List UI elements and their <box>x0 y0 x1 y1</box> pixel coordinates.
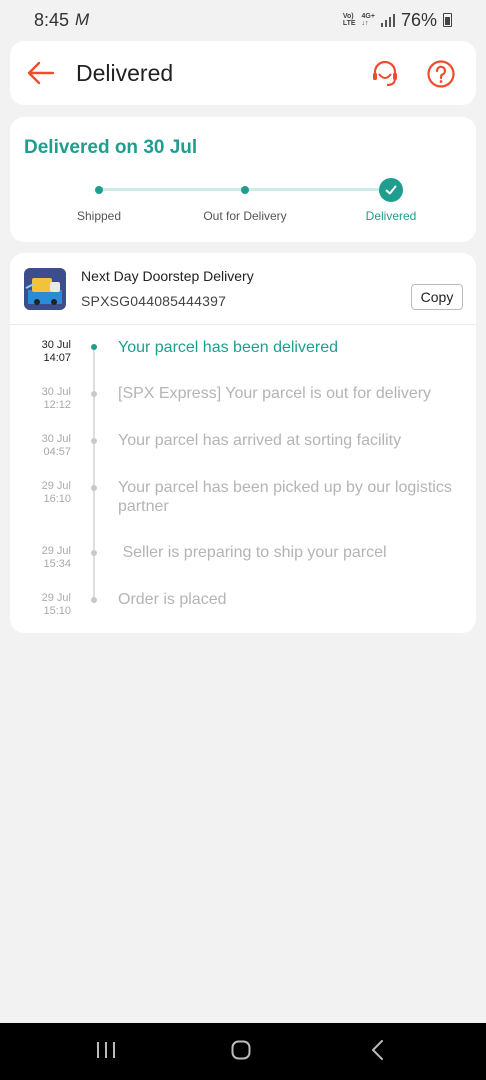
event-date: 29 Jul <box>41 592 71 604</box>
home-icon <box>231 1040 251 1060</box>
volte-top: Vo) <box>342 13 354 20</box>
status-time: 8:45 <box>34 9 70 30</box>
event-date: 29 Jul <box>41 545 71 557</box>
back-icon <box>372 1040 383 1060</box>
event-time: 15:34 <box>43 558 71 570</box>
event-description: Your parcel has arrived at sorting facil… <box>118 432 402 449</box>
divider <box>10 324 476 325</box>
event-time: 14:07 <box>43 352 71 364</box>
customer-support-button[interactable] <box>370 59 400 89</box>
delivery-service-name: Next Day Doorstep Delivery <box>81 268 254 284</box>
network-top: 4G+ <box>361 13 375 20</box>
nav-back-button[interactable] <box>368 1039 390 1066</box>
step-label-out-for-delivery: Out for Delivery <box>203 209 287 223</box>
page-title: Delivered <box>76 60 174 86</box>
checkmark-icon <box>385 185 397 195</box>
event-date: 30 Jul <box>41 339 71 351</box>
event-time: 12:12 <box>43 399 71 411</box>
event-dot <box>91 597 97 603</box>
signal-icon <box>380 13 395 27</box>
step-check-delivered <box>379 178 403 202</box>
event-datetime: 30 Jul 14:07 <box>42 339 71 365</box>
event-date: 30 Jul <box>41 386 71 398</box>
event-description: Your parcel has been delivered <box>118 339 339 356</box>
system-nav-bar <box>0 1023 486 1080</box>
status-right: Vo) LTE 4G+ ↓↑ 76% <box>343 10 452 31</box>
delivery-status-title: Delivered on 30 Jul <box>24 137 198 158</box>
event-time: 16:10 <box>43 493 71 505</box>
network-4g-icon: 4G+ ↓↑ <box>362 13 375 27</box>
step-label-shipped: Shipped <box>76 209 122 223</box>
event-dot <box>91 391 97 397</box>
event-datetime: 30 Jul 04:57 <box>42 433 71 459</box>
event-date: 30 Jul <box>41 433 71 445</box>
headset-icon <box>373 60 397 86</box>
timeline-line <box>93 347 95 602</box>
mcdonalds-logo-icon: M <box>75 10 90 29</box>
help-button[interactable] <box>426 59 456 89</box>
event-description: [SPX Express] Your parcel is out for del… <box>118 385 432 402</box>
arrow-left-icon <box>27 61 55 85</box>
recents-button[interactable] <box>95 1039 117 1066</box>
event-dot <box>91 550 97 556</box>
event-description: Order is placed <box>118 591 227 608</box>
event-time: 15:10 <box>43 605 71 617</box>
tracking-number: SPXSG044085444397 <box>81 293 227 309</box>
event-dot <box>91 344 97 350</box>
battery-percent: 76% <box>400 9 437 30</box>
home-button[interactable] <box>230 1039 252 1066</box>
step-label-delivered: Delivered <box>365 209 417 223</box>
question-circle-icon <box>427 60 455 88</box>
header-bar: Delivered <box>10 41 476 105</box>
event-datetime: 29 Jul 15:34 <box>42 545 71 571</box>
event-datetime: 29 Jul 15:10 <box>42 592 71 618</box>
network-bottom: ↓↑ <box>361 20 369 27</box>
recents-icon <box>97 1042 115 1058</box>
copy-tracking-button[interactable]: Copy <box>411 284 463 310</box>
delivery-progress-card: Delivered on 30 Jul Shipped Out for Deli… <box>10 117 476 242</box>
battery-icon <box>443 13 452 27</box>
back-button[interactable] <box>26 59 56 87</box>
status-left: 8:45 M <box>34 10 89 31</box>
status-bar: 8:45 M Vo) LTE 4G+ ↓↑ 76% <box>0 0 486 40</box>
event-dot <box>91 438 97 444</box>
event-date: 29 Jul <box>41 480 71 492</box>
event-datetime: 29 Jul 16:10 <box>42 480 71 506</box>
shipment-details-card: Next Day Doorstep Delivery SPXSG04408544… <box>10 253 476 633</box>
step-dot-shipped <box>95 186 103 194</box>
event-time: 04:57 <box>43 446 71 458</box>
step-dot-out-for-delivery <box>241 186 249 194</box>
carrier-logo-icon <box>24 268 66 310</box>
event-dot <box>91 485 97 491</box>
volte-icon: Vo) LTE <box>343 13 356 27</box>
event-description: Seller is preparing to ship your parcel <box>118 544 387 561</box>
volte-bottom: LTE <box>342 20 356 27</box>
event-datetime: 30 Jul 12:12 <box>42 386 71 412</box>
event-description: Your parcel has been picked up by our lo… <box>118 479 452 515</box>
